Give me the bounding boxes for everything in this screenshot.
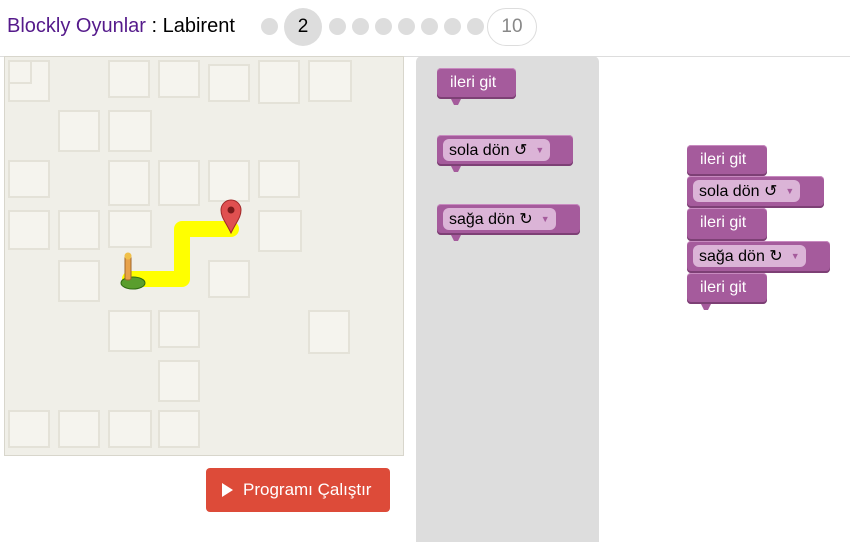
page-title: Blockly Oyunlar : Labirent xyxy=(7,15,235,38)
toolbox-block-turn-right[interactable]: sağa dön ↻ ▼ xyxy=(437,204,580,241)
maze-svg xyxy=(8,60,352,448)
game-name: Labirent xyxy=(162,15,235,37)
header: Blockly Oyunlar : Labirent 2 10 xyxy=(0,0,850,57)
workspace-block-move-forward[interactable]: ileri git xyxy=(687,273,767,310)
toolbox-block-turn-left[interactable]: sola dön ↺ ▼ xyxy=(437,135,573,172)
level-last[interactable]: 10 xyxy=(487,8,537,46)
turn-dropdown[interactable]: sola dön ↺ ▼ xyxy=(443,139,551,161)
dropdown-arrow-icon: ▼ xyxy=(785,186,795,196)
app-link[interactable]: Blockly Oyunlar xyxy=(7,15,146,37)
turn-dropdown[interactable]: sağa dön ↻ ▼ xyxy=(693,245,806,267)
block-label: sola dön ↺ xyxy=(449,142,528,159)
level-dot-7[interactable] xyxy=(421,18,438,35)
block-notch xyxy=(701,304,711,310)
level-dot-4[interactable] xyxy=(352,18,369,35)
title-separator: : xyxy=(145,15,163,37)
level-dot-9[interactable] xyxy=(467,18,484,35)
dropdown-arrow-icon: ▼ xyxy=(540,214,550,224)
run-program-label: Programı Çalıştır xyxy=(243,480,372,499)
workspace-block-turn-right[interactable]: sağa dön ↻ ▼ xyxy=(687,241,830,273)
level-current[interactable]: 2 xyxy=(284,8,322,46)
block-label: ileri git xyxy=(450,74,497,91)
workspace-block-move-forward[interactable]: ileri git xyxy=(687,208,767,241)
block-label: sağa dön ↻ xyxy=(449,211,533,228)
run-program-button[interactable]: Programı Çalıştır xyxy=(206,468,390,512)
block-label: ileri git xyxy=(700,214,747,231)
turn-dropdown[interactable]: sola dön ↺ ▼ xyxy=(693,180,801,202)
turn-dropdown[interactable]: sağa dön ↻ ▼ xyxy=(443,208,556,230)
block-label: ileri git xyxy=(700,151,747,168)
toolbox xyxy=(416,56,599,542)
level-dot-5[interactable] xyxy=(375,18,392,35)
pegman xyxy=(120,252,146,290)
dropdown-arrow-icon: ▼ xyxy=(790,251,800,261)
block-label: sola dön ↺ xyxy=(699,183,778,200)
level-dot-3[interactable] xyxy=(329,18,346,35)
level-dot-1[interactable] xyxy=(261,18,278,35)
workspace-block-turn-left[interactable]: sola dön ↺ ▼ xyxy=(687,176,824,208)
play-icon xyxy=(222,483,233,497)
level-dot-6[interactable] xyxy=(398,18,415,35)
dropdown-arrow-icon: ▼ xyxy=(535,145,545,155)
maze-board xyxy=(4,56,404,456)
block-label: sağa dön ↻ xyxy=(699,248,783,265)
block-label: ileri git xyxy=(700,279,747,296)
toolbox-block-move-forward[interactable]: ileri git xyxy=(437,68,516,105)
workspace-block-move-forward[interactable]: ileri git xyxy=(687,145,767,176)
level-dot-8[interactable] xyxy=(444,18,461,35)
